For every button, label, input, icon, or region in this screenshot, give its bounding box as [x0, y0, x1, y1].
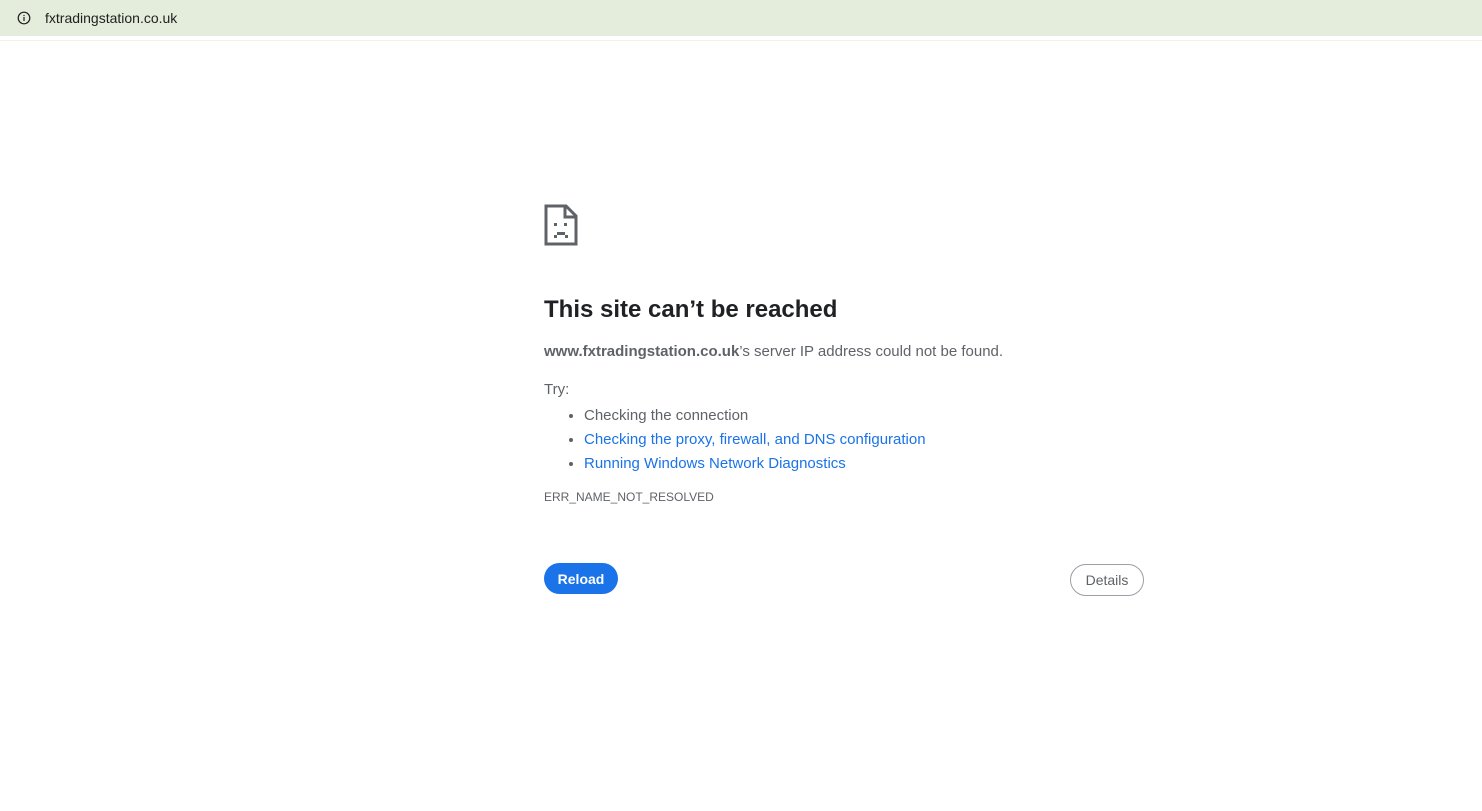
try-label: Try:	[544, 381, 570, 398]
toolbar-divider	[0, 40, 1482, 41]
suggestion-check-connection: Checking the connection	[584, 404, 1144, 428]
sad-document-icon	[544, 204, 578, 246]
check-proxy-link[interactable]: Checking the proxy, firewall, and DNS co…	[584, 431, 926, 448]
network-diagnostics-link[interactable]: Running Windows Network Diagnostics	[584, 455, 846, 472]
error-code: ERR_NAME_NOT_RESOLVED	[544, 490, 714, 504]
suggestion-network-diagnostics: Running Windows Network Diagnostics	[584, 452, 1144, 476]
suggestion-check-proxy: Checking the proxy, firewall, and DNS co…	[584, 428, 1144, 452]
error-host: www.fxtradingstation.co.uk	[544, 343, 740, 360]
error-description-text: ’s server IP address could not be found.	[739, 343, 1004, 360]
button-row: Reload Details	[544, 563, 1144, 597]
error-description: www.fxtradingstation.co.uk’s server IP a…	[544, 342, 1144, 362]
browser-toolbar: fxtradingstation.co.uk	[0, 0, 1482, 36]
suggestions-list: Checking the connection Checking the pro…	[544, 404, 1144, 476]
error-title: This site can’t be reached	[544, 296, 838, 323]
url-text[interactable]: fxtradingstation.co.uk	[45, 10, 177, 26]
error-content: This site can’t be reached www.fxtrading…	[544, 204, 1144, 504]
address-bar[interactable]: fxtradingstation.co.uk	[6, 2, 1482, 34]
details-button[interactable]: Details	[1070, 564, 1144, 596]
info-circle-icon[interactable]	[12, 6, 36, 30]
reload-button[interactable]: Reload	[544, 563, 618, 594]
